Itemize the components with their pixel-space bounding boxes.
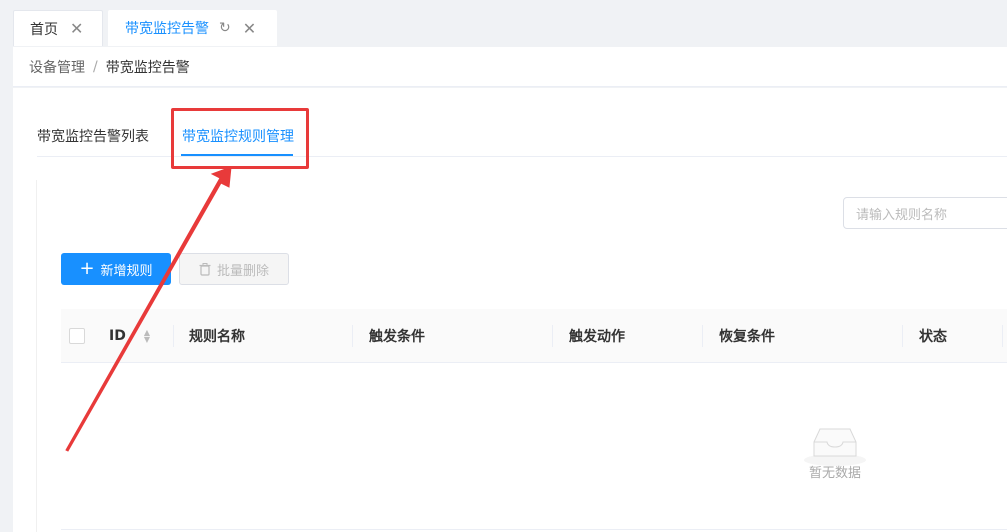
annotation-highlight-box: [171, 108, 309, 169]
plus-icon: +: [79, 258, 95, 279]
column-recovery-condition-label: 恢复条件: [719, 329, 775, 345]
breadcrumb-parent[interactable]: 设备管理: [29, 57, 85, 77]
trash-icon: [199, 262, 211, 276]
column-id[interactable]: ID ▲ ▼: [109, 309, 150, 363]
add-rule-button[interactable]: + 新增规则: [61, 253, 171, 285]
refresh-icon[interactable]: ↻: [219, 20, 231, 36]
column-divider: [1002, 325, 1003, 347]
column-id-label: ID: [109, 328, 126, 344]
column-trigger-action-label: 触发动作: [569, 329, 625, 345]
select-all-checkbox[interactable]: [69, 328, 85, 344]
table-header: ID ▲ ▼ 规则名称 触发条件 触发动作 恢复条件 状态: [61, 309, 1007, 363]
column-trigger-condition: 触发条件: [369, 309, 425, 363]
breadcrumb-separator: /: [93, 58, 98, 75]
tab-bandwidth-alert[interactable]: 带宽监控告警 ↻ ✕: [108, 10, 277, 46]
column-divider: [902, 325, 903, 347]
column-divider: [352, 325, 353, 347]
sort-icon[interactable]: ▲ ▼: [144, 329, 150, 344]
empty-text: 暂无数据: [808, 466, 861, 481]
column-divider: [552, 325, 553, 347]
column-divider: [173, 325, 174, 347]
column-rule-name-label: 规则名称: [189, 329, 245, 345]
tab-active-label: 带宽监控告警: [125, 21, 209, 37]
tab-bar: 首页 ✕ 带宽监控告警 ↻ ✕: [0, 0, 1007, 48]
batch-delete-label: 批量删除: [216, 263, 269, 279]
column-status: 状态: [919, 309, 947, 363]
column-trigger-action: 触发动作: [569, 309, 625, 363]
close-icon[interactable]: ✕: [70, 19, 83, 38]
add-rule-label: 新增规则: [100, 263, 153, 279]
batch-delete-button[interactable]: 批量删除: [179, 253, 289, 285]
column-divider: [702, 325, 703, 347]
breadcrumb-current: 带宽监控告警: [105, 59, 190, 76]
column-status-label: 状态: [919, 329, 947, 345]
tab-alert-list[interactable]: 带宽监控告警列表: [37, 126, 149, 146]
tab-home[interactable]: 首页 ✕: [13, 10, 103, 46]
breadcrumb: 设备管理 / 带宽监控告警: [13, 47, 1007, 87]
search-placeholder: 请输入规则名称: [856, 207, 948, 223]
tab-home-label: 首页: [30, 21, 58, 38]
rule-name-search-input[interactable]: 请输入规则名称: [843, 197, 1007, 229]
close-icon[interactable]: ✕: [243, 19, 256, 38]
column-recovery-condition: 恢复条件: [719, 309, 775, 363]
table-bottom-border: [61, 529, 1007, 530]
column-trigger-condition-label: 触发条件: [369, 329, 425, 345]
column-rule-name: 规则名称: [189, 309, 245, 363]
